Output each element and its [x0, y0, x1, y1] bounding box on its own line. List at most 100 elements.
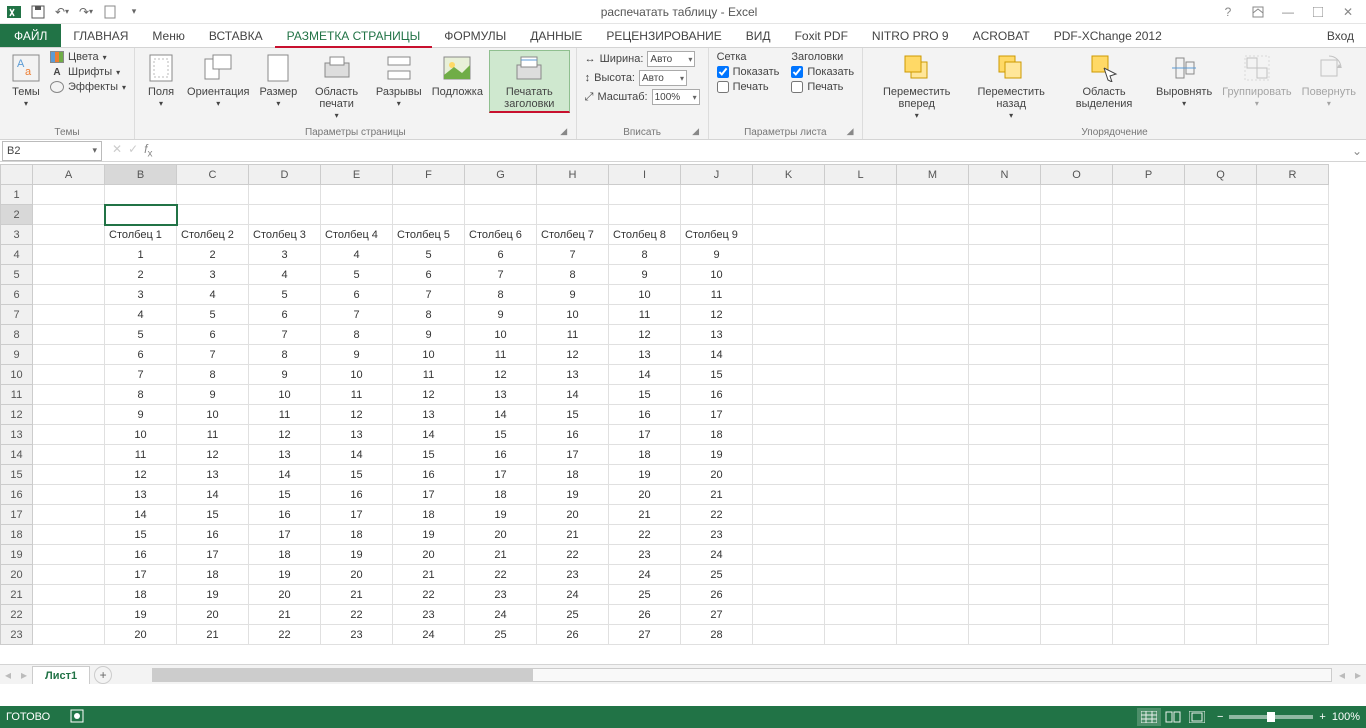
cell[interactable]: 7	[393, 285, 465, 305]
cell[interactable]: 21	[465, 545, 537, 565]
cell[interactable]: Столбец 6	[465, 225, 537, 245]
help-button[interactable]: ?	[1214, 2, 1242, 22]
row-header[interactable]: 16	[1, 485, 33, 505]
cell[interactable]	[825, 365, 897, 385]
cell[interactable]	[753, 605, 825, 625]
cell[interactable]	[537, 185, 609, 205]
cell[interactable]	[1041, 505, 1113, 525]
cell[interactable]	[33, 305, 105, 325]
gridlines-show[interactable]: Показать	[715, 65, 782, 79]
cell[interactable]: 25	[609, 585, 681, 605]
cell[interactable]	[825, 305, 897, 325]
cell[interactable]	[1185, 585, 1257, 605]
cell[interactable]: 10	[681, 265, 753, 285]
cell[interactable]: Столбец 4	[321, 225, 393, 245]
row-header[interactable]: 10	[1, 365, 33, 385]
cell[interactable]	[897, 225, 969, 245]
cell[interactable]: Столбец 2	[177, 225, 249, 245]
cell[interactable]: 8	[321, 325, 393, 345]
cell[interactable]: 23	[465, 585, 537, 605]
print-titles-button[interactable]: Печатать заголовки	[489, 50, 570, 113]
cell[interactable]	[753, 445, 825, 465]
sheet-nav-prev[interactable]: ◂	[0, 667, 16, 683]
cell[interactable]	[897, 545, 969, 565]
cell[interactable]: 6	[249, 305, 321, 325]
cell[interactable]: 21	[537, 525, 609, 545]
cell[interactable]: 13	[393, 405, 465, 425]
cell[interactable]	[825, 505, 897, 525]
cell[interactable]	[33, 505, 105, 525]
cell[interactable]	[1113, 365, 1185, 385]
cell[interactable]: 11	[177, 425, 249, 445]
cell[interactable]	[969, 285, 1041, 305]
cell[interactable]	[897, 505, 969, 525]
cell[interactable]: 7	[321, 305, 393, 325]
headings-print[interactable]: Печать	[789, 80, 856, 94]
cell[interactable]: 21	[177, 625, 249, 645]
cell[interactable]: 15	[393, 445, 465, 465]
cell[interactable]	[969, 565, 1041, 585]
cell[interactable]: 8	[537, 265, 609, 285]
cell[interactable]	[33, 485, 105, 505]
fit-height[interactable]: ↕Высота:Авто▾	[583, 69, 702, 87]
col-header[interactable]: J	[681, 165, 753, 185]
cell[interactable]	[753, 565, 825, 585]
cell[interactable]	[1257, 485, 1329, 505]
cell[interactable]	[825, 325, 897, 345]
cell[interactable]: 12	[321, 405, 393, 425]
cell[interactable]: 10	[177, 405, 249, 425]
tab-foxit[interactable]: Foxit PDF	[783, 24, 860, 47]
cell[interactable]: 13	[537, 365, 609, 385]
cell[interactable]	[1113, 385, 1185, 405]
cell[interactable]: 14	[537, 385, 609, 405]
cell[interactable]: Столбец 5	[393, 225, 465, 245]
tab-acrobat[interactable]: ACROBAT	[961, 24, 1042, 47]
cell[interactable]	[33, 585, 105, 605]
cell[interactable]	[33, 465, 105, 485]
cell[interactable]	[753, 265, 825, 285]
cell[interactable]	[1185, 365, 1257, 385]
cell[interactable]: 23	[609, 545, 681, 565]
cell[interactable]	[33, 245, 105, 265]
cell[interactable]: 26	[609, 605, 681, 625]
cell[interactable]	[753, 305, 825, 325]
col-header[interactable]: M	[897, 165, 969, 185]
cell[interactable]: 26	[537, 625, 609, 645]
cell[interactable]	[825, 205, 897, 225]
cell[interactable]: 21	[393, 565, 465, 585]
cell[interactable]	[1185, 325, 1257, 345]
maximize-button[interactable]	[1304, 2, 1332, 22]
cell[interactable]: 6	[465, 245, 537, 265]
view-page-break[interactable]	[1185, 708, 1209, 726]
cell[interactable]	[1185, 245, 1257, 265]
cell[interactable]: 22	[609, 525, 681, 545]
selection-pane-button[interactable]: Область выделения	[1058, 50, 1150, 112]
col-header[interactable]: G	[465, 165, 537, 185]
sheet-nav-next[interactable]: ▸	[16, 667, 32, 683]
cell[interactable]	[897, 285, 969, 305]
cell[interactable]	[1257, 405, 1329, 425]
cell[interactable]	[1185, 385, 1257, 405]
cell[interactable]: 11	[321, 385, 393, 405]
cell[interactable]: 22	[249, 625, 321, 645]
cell[interactable]: 10	[249, 385, 321, 405]
cell[interactable]: 16	[177, 525, 249, 545]
cell[interactable]	[1113, 225, 1185, 245]
cell[interactable]: 11	[465, 345, 537, 365]
cell[interactable]	[1257, 185, 1329, 205]
tab-review[interactable]: РЕЦЕНЗИРОВАНИЕ	[594, 24, 733, 47]
cell[interactable]	[753, 545, 825, 565]
cell[interactable]	[33, 525, 105, 545]
cell[interactable]: 24	[537, 585, 609, 605]
cell[interactable]: 9	[177, 385, 249, 405]
cell[interactable]: 8	[609, 245, 681, 265]
cell[interactable]: 13	[249, 445, 321, 465]
cell[interactable]	[897, 305, 969, 325]
cell[interactable]: Столбец 9	[681, 225, 753, 245]
cell[interactable]	[825, 585, 897, 605]
cell[interactable]: 21	[609, 505, 681, 525]
cell[interactable]	[1185, 425, 1257, 445]
cell[interactable]: 20	[393, 545, 465, 565]
cell[interactable]	[1257, 325, 1329, 345]
cell[interactable]	[969, 505, 1041, 525]
